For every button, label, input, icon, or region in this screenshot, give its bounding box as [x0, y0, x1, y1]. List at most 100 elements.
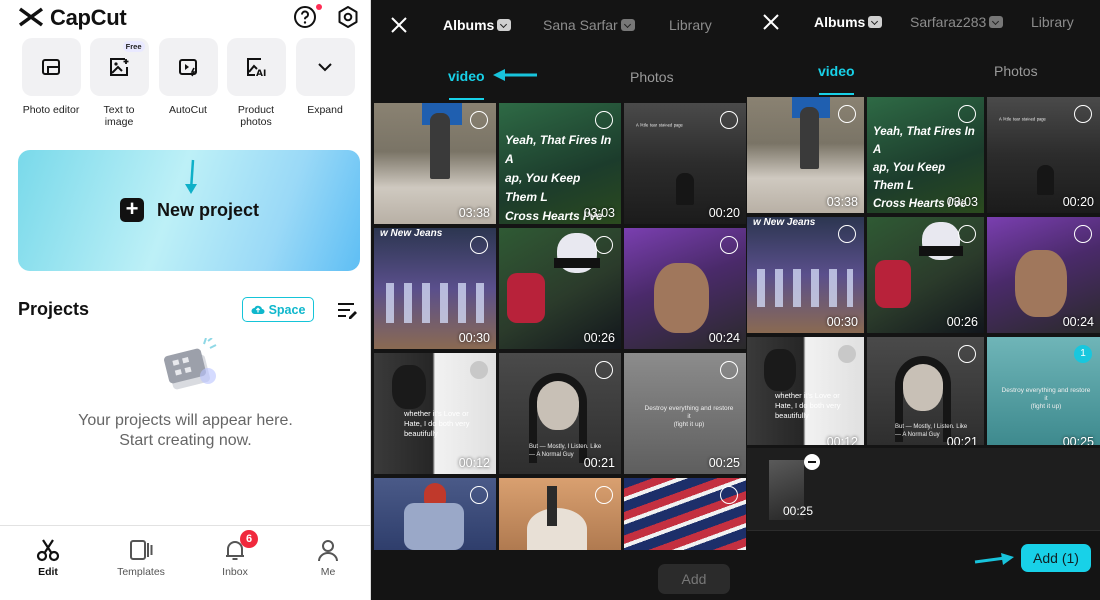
media-thumbnail[interactable]: 00:26 [867, 217, 984, 333]
free-badge: Free [122, 41, 145, 52]
tool-photo-editor[interactable]: Photo editor [20, 38, 82, 116]
tool-expand[interactable]: Expand [294, 38, 356, 116]
help-icon[interactable] [293, 5, 317, 29]
select-circle[interactable] [720, 236, 738, 254]
duration-label: 03:38 [826, 195, 858, 209]
tab-account-album[interactable]: Sarfaraz283 [910, 14, 1004, 30]
thumbnail-caption: Destroy everything and restore it (fight … [644, 405, 734, 428]
person-graphic [424, 483, 446, 505]
duration-label: 00:24 [708, 331, 740, 345]
dancers-graphic [386, 283, 486, 323]
select-circle[interactable] [595, 361, 613, 379]
sort-icon[interactable] [336, 301, 358, 319]
media-thumbnail[interactable]: 00:24 [987, 217, 1100, 333]
select-circle[interactable] [595, 236, 613, 254]
select-circle[interactable] [470, 111, 488, 129]
select-circle[interactable] [595, 111, 613, 129]
new-project-button[interactable]: + New project [18, 150, 360, 271]
media-thumbnail[interactable]: w New Jeans 00:30 [747, 217, 864, 333]
person-silhouette [430, 113, 450, 179]
media-thumbnail[interactable]: Yeah, That Fires In Aap, You Keep Them L… [867, 97, 984, 213]
select-circle[interactable] [1074, 225, 1092, 243]
select-circle[interactable] [470, 486, 488, 504]
media-picker-selected-screen: Albums Sarfaraz283 Library video Photos … [747, 0, 1100, 600]
nav-me[interactable]: Me [293, 538, 363, 578]
select-circle[interactable] [958, 345, 976, 363]
tab-library[interactable]: Library [1031, 14, 1074, 30]
media-thumbnail[interactable] [499, 478, 621, 550]
remove-clip-icon[interactable] [804, 454, 820, 470]
select-circle[interactable] [1074, 105, 1092, 123]
scissors-icon [36, 539, 60, 562]
select-circle[interactable] [470, 361, 488, 379]
space-button[interactable]: Space [242, 297, 314, 322]
close-icon[interactable] [762, 13, 780, 31]
select-circle[interactable] [838, 345, 856, 363]
tab-albums[interactable]: Albums [443, 17, 512, 33]
empty-state-text: Your projects will appear here. [78, 412, 293, 429]
nav-templates[interactable]: Templates [106, 538, 176, 578]
select-circle[interactable] [720, 361, 738, 379]
character-graphic [554, 258, 600, 268]
tab-label: Sana Sarfar [543, 17, 618, 33]
duration-label: 00:20 [1062, 195, 1094, 209]
select-circle[interactable] [838, 105, 856, 123]
media-thumbnail-selected[interactable]: Destroy everything and restore it (fight … [987, 337, 1100, 445]
templates-icon [130, 540, 153, 560]
inbox-badge: 6 [240, 530, 258, 548]
tab-video[interactable]: video [448, 68, 485, 84]
tab-photos[interactable]: Photos [994, 63, 1038, 79]
select-circle[interactable] [720, 111, 738, 129]
tool-label: AutoCut [169, 104, 207, 116]
media-thumbnail[interactable]: But — Mostly, I Listen. Like — A Normal G… [867, 337, 984, 445]
tab-albums[interactable]: Albums [814, 14, 883, 30]
select-circle[interactable] [958, 225, 976, 243]
person-silhouette [800, 107, 819, 169]
tab-video[interactable]: video [818, 63, 855, 79]
character-graphic [919, 246, 963, 256]
close-icon[interactable] [390, 16, 408, 34]
tool-autocut[interactable]: AutoCut [157, 38, 219, 116]
tab-photos[interactable]: Photos [630, 69, 674, 85]
add-selected-button[interactable]: Add (1) [1021, 544, 1091, 572]
nav-inbox[interactable]: 6 Inbox [200, 530, 270, 578]
select-circle[interactable] [720, 486, 738, 504]
media-thumbnail[interactable]: 03:38 [374, 103, 496, 224]
plus-icon: + [120, 198, 144, 222]
tool-text-to-image[interactable]: Free Text to image [88, 38, 150, 128]
annotation-arrow-icon [974, 553, 1014, 565]
tool-product-photos[interactable]: AI Product photos [225, 38, 287, 128]
media-thumbnail[interactable] [374, 478, 496, 550]
media-thumbnail[interactable]: w New Jeans 00:30 [374, 228, 496, 349]
capcut-logo-icon [18, 7, 44, 27]
media-thumbnail[interactable]: ᴬ ˡⁱᵗᵗˡᵉ ᵗᵉᵃʳ ˢᵗᵃⁱⁿᵉᵈ ᵖᵃᵍᵉ 00:20 [624, 103, 746, 224]
nav-edit[interactable]: Edit [13, 538, 83, 578]
media-thumbnail[interactable]: 03:38 [747, 97, 864, 213]
select-circle[interactable] [595, 486, 613, 504]
duration-label: 00:25 [1062, 435, 1094, 445]
media-thumbnail[interactable]: Yeah, That Fires In Aap, You Keep Them L… [499, 103, 621, 224]
media-thumbnail[interactable] [624, 478, 746, 550]
add-button-disabled[interactable]: Add [658, 564, 730, 594]
media-thumbnail[interactable]: whether it's Love or Hate, I do both very… [747, 337, 864, 445]
tab-account-album[interactable]: Sana Sarfar [543, 17, 635, 33]
tab-library[interactable]: Library [669, 17, 712, 33]
select-circle[interactable] [838, 225, 856, 243]
media-thumbnail[interactable]: 00:24 [624, 228, 746, 349]
duration-label: 03:03 [583, 206, 615, 220]
media-thumbnail[interactable]: 00:26 [499, 228, 621, 349]
media-thumbnail[interactable]: whether it's Love or Hate, I do both very… [374, 353, 496, 474]
media-thumbnail[interactable]: ᴬ ˡⁱᵗᵗˡᵉ ᵗᵉᵃʳ ˢᵗᵃⁱⁿᵉᵈ ᵖᵃᵍᵉ 00:20 [987, 97, 1100, 213]
settings-icon[interactable] [336, 5, 360, 29]
select-circle[interactable] [470, 236, 488, 254]
select-circle[interactable] [958, 105, 976, 123]
capcut-home-screen: CapCut Photo editor Free Text to image A… [0, 0, 371, 600]
duration-label: 00:30 [458, 331, 490, 345]
chevron-down-icon [497, 19, 512, 32]
svg-text:AI: AI [256, 69, 266, 78]
media-thumbnail[interactable]: Destroy everything and restore it (fight … [624, 353, 746, 474]
duration-label: 00:12 [458, 456, 490, 470]
media-thumbnail[interactable]: But — Mostly, I Listen. Like — A Normal G… [499, 353, 621, 474]
selected-count-badge[interactable]: 1 [1074, 345, 1092, 363]
app-brand: CapCut [50, 5, 127, 30]
